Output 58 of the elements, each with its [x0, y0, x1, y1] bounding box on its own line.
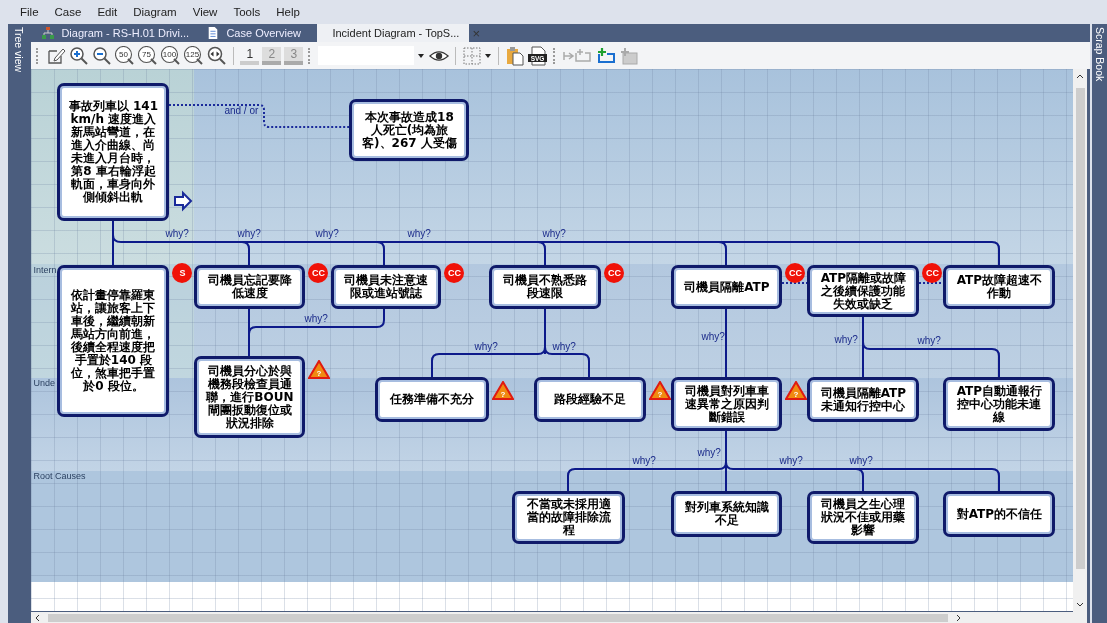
menu-item[interactable]: Tools [225, 6, 269, 18]
menu-item[interactable]: Diagram [125, 6, 185, 18]
menu-item[interactable]: Help [268, 6, 308, 18]
warning-badge: ? [649, 381, 672, 400]
diagram-node: 對列車系統知識不足 [671, 491, 783, 537]
diagram-node: 對ATP的不信任 [943, 491, 1056, 537]
lane-label: Root Causes [33, 471, 86, 481]
diagram-node: 任務準備不充分 [375, 377, 490, 422]
warning-badge: ? [308, 360, 331, 379]
edge-label: why? [237, 228, 261, 239]
diagram-node: 司機員之生心理狀況不佳或用藥影響 [807, 491, 920, 544]
side-panel-tab[interactable]: Tree view [12, 27, 25, 73]
zoom-preset-button[interactable]: 125 [184, 45, 205, 66]
zoom-preset-button[interactable]: 100 [161, 45, 182, 66]
side-panel-tab[interactable]: Scrap Book [1093, 27, 1106, 82]
layer-button[interactable]: 1 [240, 46, 260, 65]
edge-label: why? [697, 447, 721, 458]
edge-label: why? [542, 228, 566, 239]
menu-item[interactable]: Case [46, 6, 90, 18]
edge-label: why? [407, 228, 431, 239]
edge-label: why? [834, 334, 858, 345]
warning-badge: ? [785, 381, 808, 400]
lane-label: Unde [33, 378, 55, 388]
diagram-node: 路段經驗不足 [534, 377, 647, 422]
diagram-node: ATP隔離或故障之後續保護功能失效或缺乏 [807, 265, 920, 317]
edge-label: why? [779, 455, 803, 466]
zoom-preset-button[interactable]: 50 [115, 45, 136, 66]
diagram-node: 事故列車以 141km/h 速度進入新馬站彎道，在進入介曲線、尚未進入月台時，第8 車右輪浮起軌面，車身向外側傾斜出軌 [57, 83, 170, 221]
diagram-node: 司機員分心於與機務段檢查員通聯，進行BOUN閘團扳動復位或狀況排除 [194, 356, 306, 438]
menu-item[interactable]: Edit [89, 6, 126, 18]
diagram-node: 司機員不熟悉路段速限 [489, 265, 602, 309]
edge-label: and / or [224, 105, 259, 116]
document-tab[interactable]: Case Overview [199, 24, 318, 42]
edge-label: why? [315, 228, 339, 239]
diagram-node: ATP自動通報行控中心功能未連線 [943, 377, 1056, 431]
lane-label: Intern [33, 265, 57, 275]
edge-label: why? [917, 335, 941, 346]
diagram-node: 司機員忘記要降低速度 [194, 265, 306, 309]
edge-label: why? [552, 341, 576, 352]
edge-label: why? [849, 455, 873, 466]
edge-label: why? [304, 313, 328, 324]
edge-label: why? [474, 341, 498, 352]
diagram-node: 依計畫停靠羅東站，讓旅客上下車後，繼續朝新馬站方向前進，後續全程速度把手置於140 段位，煞車把手置於0 段位。 [57, 265, 170, 417]
diagram-node: ATP故障超速不作動 [943, 265, 1056, 309]
diagram-node: 司機員隔離ATP [671, 265, 783, 309]
menu-item[interactable]: View [184, 6, 226, 18]
document-tab[interactable]: Diagram - RS-H.01 Drivi... [34, 24, 200, 42]
diagram-node: 司機員隔離ATP未通知行控中心 [807, 377, 920, 422]
diagram-node: 不當或未採用適當的故障排除流程 [512, 491, 626, 544]
warning-badge: ? [492, 381, 515, 400]
diagram-node: 本次事故造成18 人死亡(均為旅客)、267 人受傷 [349, 99, 470, 161]
diagram-node: 司機員對列車車速異常之原因判斷錯誤 [671, 377, 783, 431]
menu-item[interactable]: File [12, 6, 47, 18]
diagram-node: 司機員未注意速限或進站號誌 [331, 265, 442, 309]
edge-label: why? [632, 455, 656, 466]
edge-label: why? [701, 331, 725, 342]
zoom-preset-button[interactable]: 75 [138, 45, 159, 66]
edge-label: why? [165, 228, 189, 239]
